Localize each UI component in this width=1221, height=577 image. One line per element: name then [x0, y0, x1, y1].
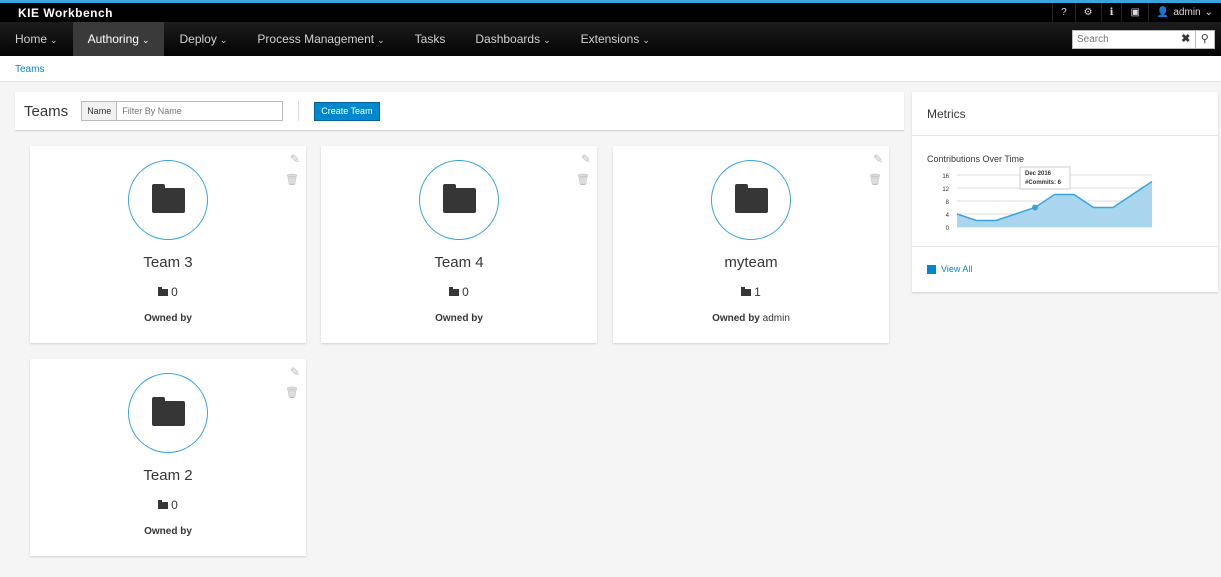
top-bar: KIE Workbench ? ⚙ ℹ ▣ 👤 admin ⌄: [0, 0, 1221, 22]
team-name[interactable]: Team 4: [321, 254, 597, 271]
folder-icon: [442, 183, 476, 213]
nav-home[interactable]: Home ⌄: [0, 22, 73, 56]
chart-title: Contributions Over Time: [927, 154, 1025, 164]
y-tick-label: 16: [942, 174, 949, 180]
folder-icon: [158, 499, 169, 509]
folder-icon: [734, 183, 768, 213]
folder-icon: [151, 183, 185, 213]
pencil-icon[interactable]: ✎: [290, 152, 300, 166]
gear-icon: ⚙: [1083, 7, 1093, 18]
owner: Owned by: [144, 313, 192, 324]
search-icon[interactable]: ⚲: [1194, 31, 1214, 48]
main-nav: Home ⌄ Authoring ⌄ Deploy ⌄ Process Management…: [0, 22, 1221, 56]
tooltip-title: Dec 2016: [1025, 171, 1052, 177]
pencil-icon[interactable]: ✎: [290, 365, 300, 379]
app-title: KIE Workbench: [18, 6, 113, 20]
project-count: 1: [613, 285, 889, 299]
pencil-icon[interactable]: ✎: [581, 152, 591, 166]
nav-authoring[interactable]: Authoring ⌄: [72, 22, 165, 56]
nav-deploy[interactable]: Deploy ⌄: [164, 22, 242, 56]
data-point[interactable]: [1032, 204, 1038, 211]
filter-label: Name: [82, 102, 118, 120]
team-card[interactable]: ✎ 🗑 Team 2 0 Owned by: [30, 359, 306, 556]
info-icon: ℹ: [1109, 7, 1114, 18]
team-name[interactable]: Team 2: [30, 467, 306, 484]
team-avatar: [128, 160, 208, 240]
nav-extensions[interactable]: Extensions ⌄: [566, 22, 665, 56]
page-title: Teams: [24, 102, 69, 120]
breadcrumb: Teams: [0, 56, 1221, 82]
team-avatar: [419, 160, 499, 240]
trash-icon[interactable]: 🗑: [868, 173, 882, 186]
owner: Owned by: [435, 313, 483, 324]
filter-input[interactable]: [117, 102, 283, 120]
camera-icon: ▣: [1130, 7, 1140, 18]
y-tick-label: 12: [942, 187, 949, 193]
folder-icon: [158, 286, 169, 296]
name-filter: Name: [81, 101, 284, 121]
trash-icon[interactable]: 🗑: [285, 173, 299, 186]
external-link-icon: [927, 264, 936, 274]
camera-button[interactable]: ▣: [1121, 3, 1147, 22]
clear-search-icon[interactable]: ✖: [1177, 31, 1195, 48]
help-button[interactable]: ?: [1052, 3, 1075, 22]
user-menu[interactable]: 👤 admin ⌄: [1147, 3, 1221, 22]
nav-tasks[interactable]: Tasks: [400, 22, 461, 56]
owner: Owned by admin: [712, 313, 790, 324]
search-input[interactable]: [1073, 31, 1177, 48]
y-tick-label: 4: [946, 213, 950, 219]
user-icon: 👤: [1156, 7, 1170, 18]
team-name[interactable]: myteam: [613, 254, 889, 271]
info-button[interactable]: ℹ: [1100, 3, 1122, 22]
chevron-down-icon: ⌄: [141, 35, 150, 45]
pencil-icon[interactable]: ✎: [873, 152, 883, 166]
chevron-down-icon: ⌄: [1204, 7, 1213, 18]
create-team-button[interactable]: Create Team: [314, 101, 380, 121]
project-count: 0: [30, 498, 306, 512]
nav-process-management[interactable]: Process Management ⌄: [242, 22, 399, 56]
metrics-title: Metrics: [912, 92, 1218, 136]
project-count: 0: [321, 285, 597, 299]
chevron-down-icon: ⌄: [219, 35, 228, 45]
trash-icon[interactable]: 🗑: [576, 173, 590, 186]
team-avatar: [711, 160, 791, 240]
y-tick-label: 8: [946, 200, 950, 206]
team-avatar: [128, 373, 208, 453]
team-card[interactable]: ✎ 🗑 Team 3 0 Owned by: [30, 146, 306, 343]
folder-icon: [151, 396, 185, 426]
y-tick-label: 0: [946, 226, 950, 232]
project-count: 0: [30, 285, 306, 299]
team-name[interactable]: Team 3: [30, 254, 306, 271]
team-card[interactable]: ✎ 🗑 myteam 1 Owned by admin: [613, 146, 889, 343]
folder-icon: [449, 286, 460, 296]
chevron-down-icon: ⌄: [642, 35, 650, 45]
nav-dashboards[interactable]: Dashboards ⌄: [460, 22, 565, 56]
contributions-chart: 0 4 8 12 16 Dec 2016 #Commits: 6: [942, 166, 1153, 232]
settings-button[interactable]: ⚙: [1074, 3, 1101, 22]
team-card[interactable]: ✎ 🗑 Team 4 0 Owned by: [321, 146, 597, 343]
teams-header: Teams Name Create Team: [15, 92, 904, 130]
chevron-down-icon: ⌄: [50, 35, 58, 45]
tooltip-value: #Commits: 6: [1025, 180, 1062, 186]
search-box: ✖ ⚲: [1072, 30, 1215, 49]
view-all-link[interactable]: View All: [912, 246, 1218, 291]
divider: [298, 101, 300, 121]
breadcrumb-teams[interactable]: Teams: [15, 64, 44, 75]
chevron-down-icon: ⌄: [377, 35, 385, 45]
folder-icon: [741, 286, 752, 296]
owner: Owned by: [144, 526, 192, 537]
trash-icon[interactable]: 🗑: [285, 386, 299, 399]
metrics-panel: Metrics Contributions Over Time 0 4 8 12 16 D…: [912, 92, 1218, 292]
chevron-down-icon: ⌄: [543, 35, 551, 45]
